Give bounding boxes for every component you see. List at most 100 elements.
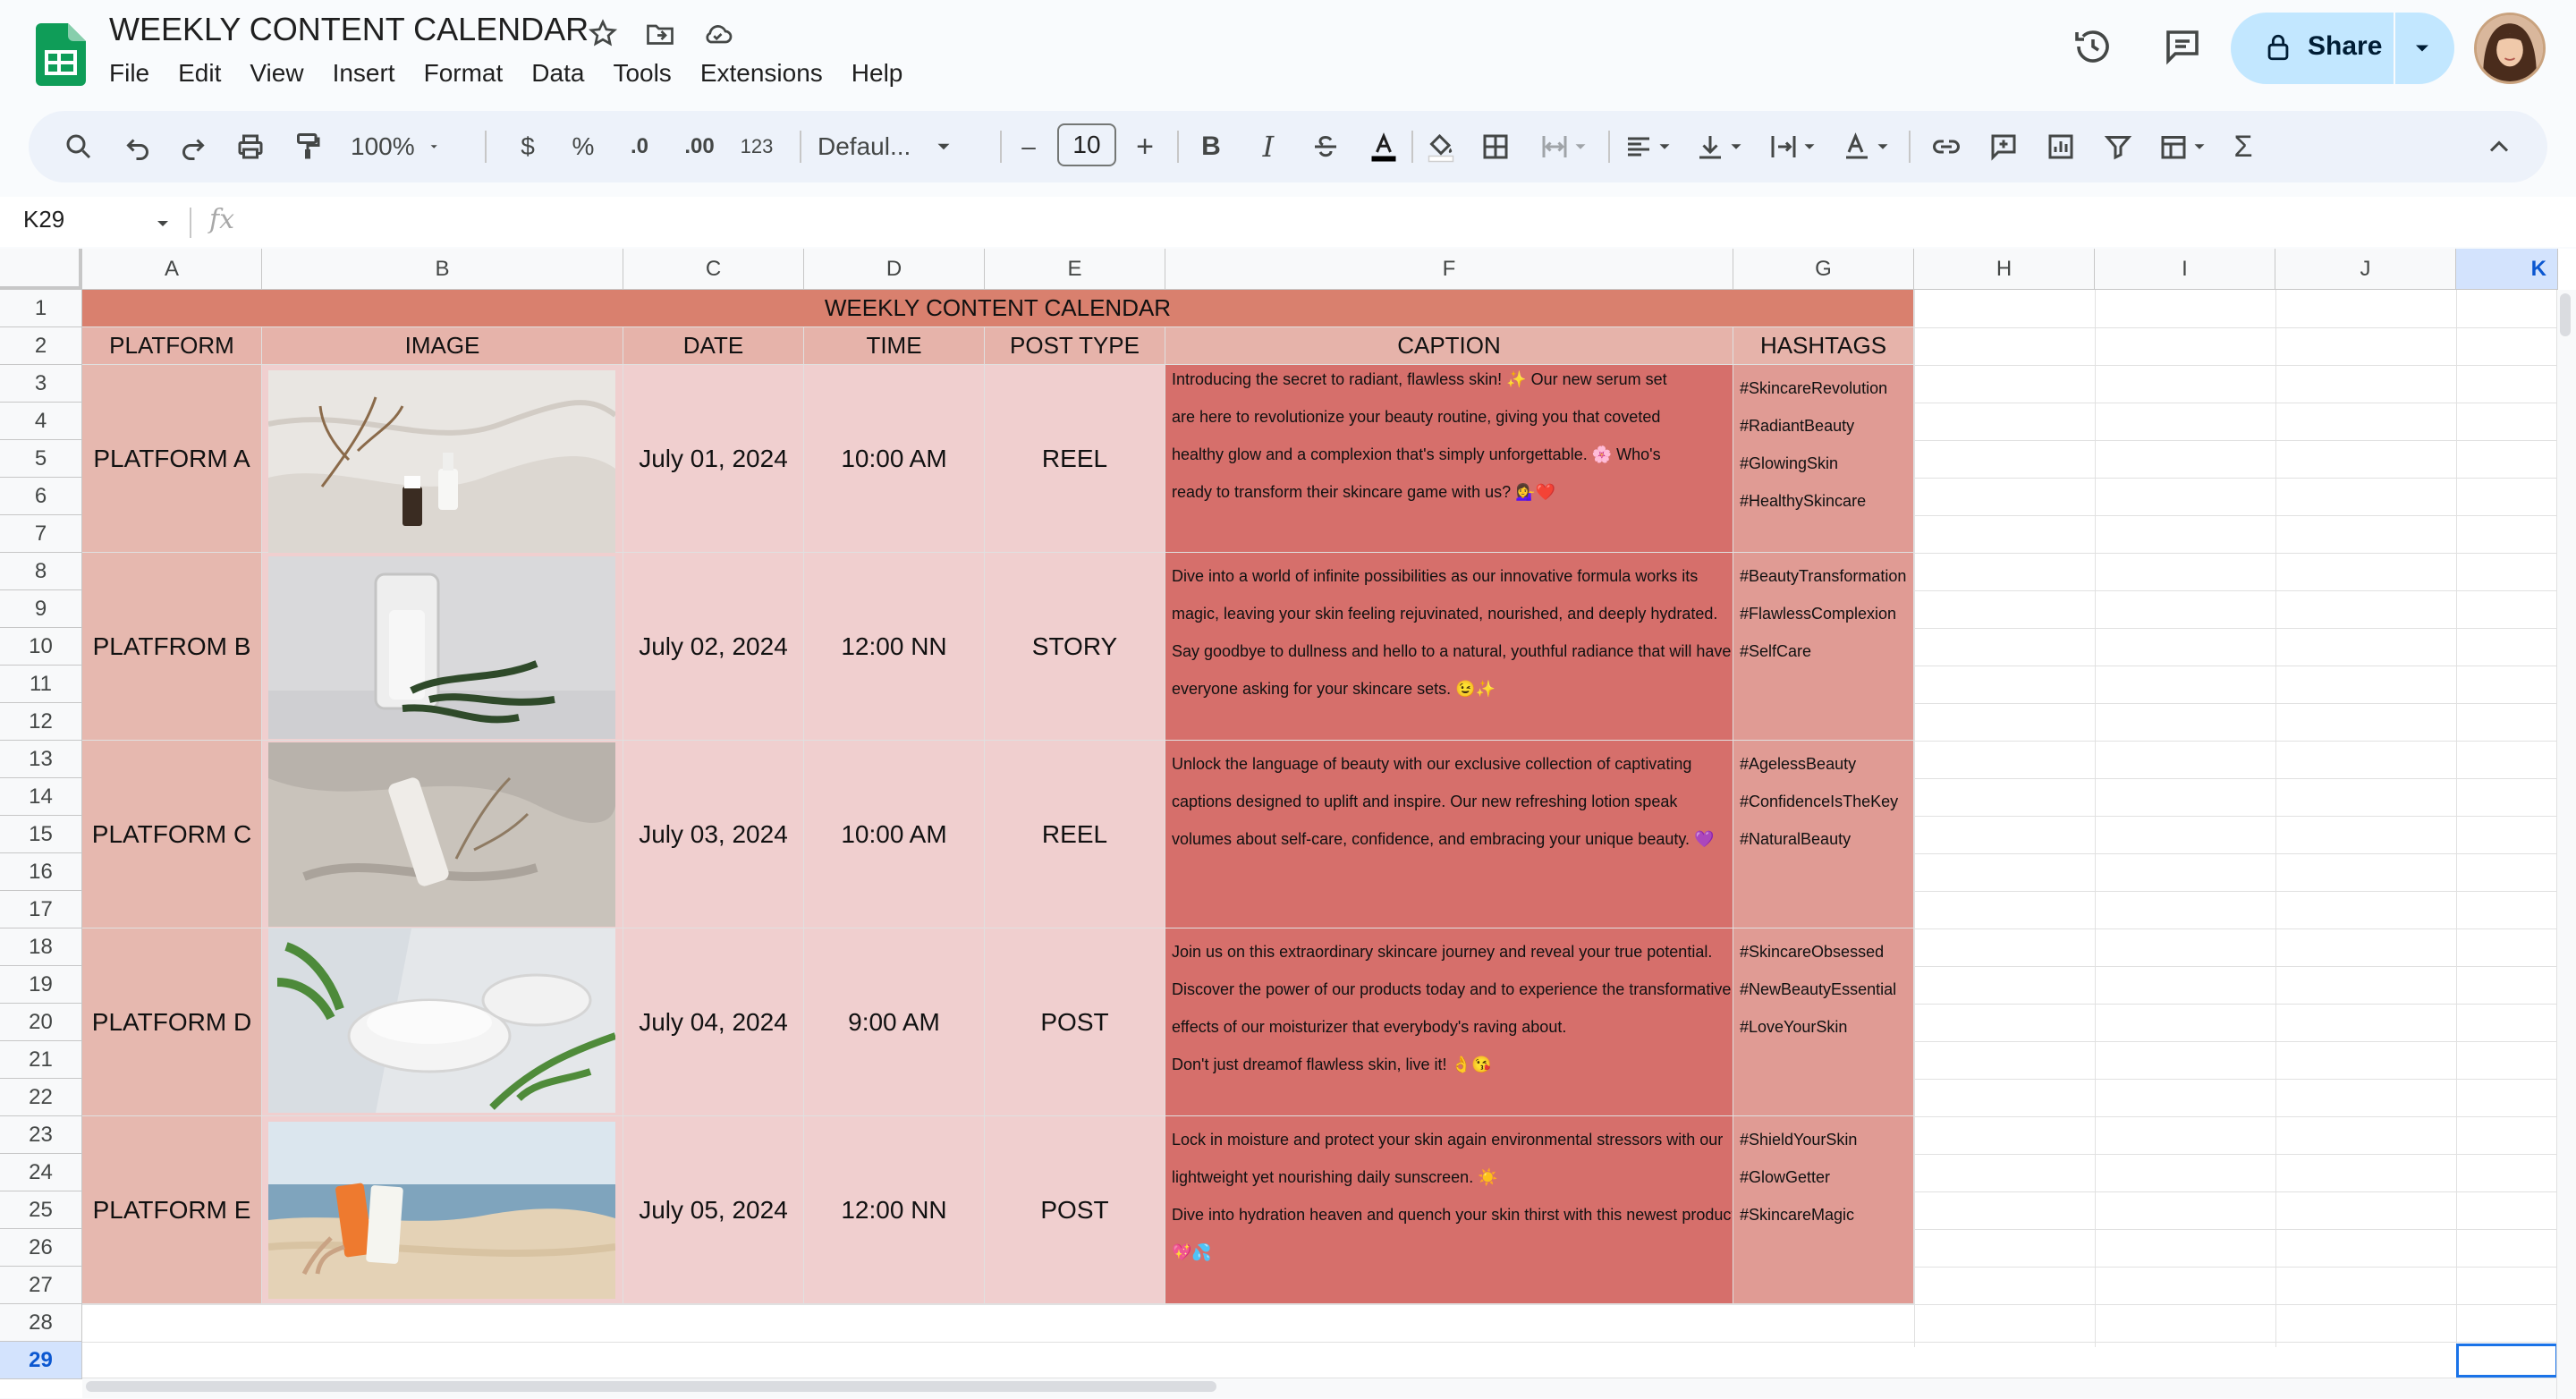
more-formats-button[interactable]: 123 — [730, 127, 784, 166]
post-type-cell[interactable]: REEL — [985, 365, 1165, 553]
column-header-h[interactable]: H — [1914, 249, 2095, 290]
sheet-title-cell[interactable]: WEEKLY CONTENT CALENDAR — [82, 290, 1914, 327]
row-header[interactable]: 17 — [0, 891, 82, 928]
row-header[interactable]: 26 — [0, 1229, 82, 1267]
platform-cell[interactable]: PLATFORM C — [82, 741, 262, 928]
column-header-a[interactable]: A — [82, 249, 262, 290]
font-family-select[interactable]: Defaul... — [809, 127, 996, 166]
date-cell[interactable]: July 01, 2024 — [623, 365, 804, 553]
formula-input[interactable] — [250, 202, 2540, 242]
column-header-e[interactable]: E — [985, 249, 1165, 290]
post-type-cell[interactable]: POST — [985, 928, 1165, 1116]
percent-format-button[interactable]: % — [564, 127, 603, 166]
functions-button[interactable]: Σ — [2224, 127, 2263, 166]
post-type-cell[interactable]: POST — [985, 1116, 1165, 1304]
column-header-d[interactable]: D — [804, 249, 985, 290]
row-header[interactable]: 7 — [0, 515, 82, 553]
column-header-c[interactable]: C — [623, 249, 804, 290]
font-size-input[interactable]: 10 — [1057, 123, 1116, 166]
select-all-corner[interactable] — [0, 249, 82, 290]
row-header[interactable]: 15 — [0, 816, 82, 853]
lotion-tube-photo[interactable] — [268, 742, 615, 927]
post-type-cell[interactable]: STORY — [985, 553, 1165, 741]
text-color-button[interactable] — [1361, 127, 1406, 166]
cloud-saved-icon[interactable] — [701, 18, 733, 50]
star-icon[interactable] — [587, 18, 619, 50]
version-history-icon[interactable] — [2072, 25, 2114, 68]
row-header[interactable]: 23 — [0, 1116, 82, 1154]
row-header[interactable]: 22 — [0, 1079, 82, 1116]
fill-color-button[interactable] — [1419, 127, 1463, 166]
vertical-align-button[interactable] — [1690, 127, 1750, 166]
row-header[interactable]: 20 — [0, 1004, 82, 1041]
menu-edit[interactable]: Edit — [178, 59, 221, 88]
avatar[interactable] — [2474, 13, 2546, 84]
strikethrough-button[interactable] — [1306, 127, 1345, 166]
row-header[interactable]: 1 — [0, 290, 82, 327]
vertical-scrollbar[interactable] — [2556, 290, 2576, 1399]
selected-cell[interactable] — [2456, 1344, 2558, 1378]
zoom-select[interactable]: 100% — [351, 127, 440, 166]
platform-cell[interactable]: PLATFORM E — [82, 1116, 262, 1304]
menu-help[interactable]: Help — [852, 59, 903, 88]
share-dropdown-icon[interactable] — [2410, 36, 2435, 61]
menu-format[interactable]: Format — [424, 59, 504, 88]
time-cell[interactable]: 12:00 NN — [804, 1116, 985, 1304]
row-header[interactable]: 19 — [0, 966, 82, 1004]
row-header[interactable]: 16 — [0, 853, 82, 891]
search-menus-button[interactable] — [59, 127, 98, 166]
merge-cells-button[interactable] — [1531, 127, 1597, 166]
serum-set-photo[interactable] — [268, 370, 615, 553]
redo-button[interactable] — [174, 127, 213, 166]
column-header-b[interactable]: B — [262, 249, 623, 290]
row-header[interactable]: 10 — [0, 628, 82, 666]
bold-button[interactable]: B — [1191, 127, 1231, 166]
header-time[interactable]: TIME — [804, 327, 985, 365]
row-header[interactable]: 14 — [0, 778, 82, 816]
text-wrapping-button[interactable] — [1764, 127, 1823, 166]
header-caption[interactable]: CAPTION — [1165, 327, 1733, 365]
header-date[interactable]: DATE — [623, 327, 804, 365]
share-button[interactable]: Share — [2231, 13, 2454, 84]
time-cell[interactable]: 10:00 AM — [804, 365, 985, 553]
column-header-f[interactable]: F — [1165, 249, 1733, 290]
menu-data[interactable]: Data — [531, 59, 584, 88]
header-platform[interactable]: PLATFORM — [82, 327, 262, 365]
column-header-j[interactable]: J — [2275, 249, 2456, 290]
menu-tools[interactable]: Tools — [613, 59, 671, 88]
print-button[interactable] — [231, 127, 270, 166]
row-header[interactable]: 11 — [0, 666, 82, 703]
vertical-scroll-thumb[interactable] — [2560, 293, 2571, 336]
decrease-font-size-button[interactable]: – — [1009, 127, 1048, 166]
row-header[interactable]: 28 — [0, 1304, 82, 1342]
date-cell[interactable]: July 05, 2024 — [623, 1116, 804, 1304]
document-title[interactable]: WEEKLY CONTENT CALENDAR — [109, 11, 589, 48]
horizontal-scroll-thumb[interactable] — [86, 1381, 1216, 1392]
filter-button[interactable] — [2098, 127, 2138, 166]
row-header[interactable]: 24 — [0, 1154, 82, 1191]
undo-button[interactable] — [118, 127, 157, 166]
row-header[interactable]: 8 — [0, 553, 82, 590]
decrease-decimal-button[interactable]: .0 — [617, 127, 662, 166]
header-hashtags[interactable]: HASHTAGS — [1733, 327, 1914, 365]
increase-font-size-button[interactable]: + — [1125, 127, 1165, 166]
name-box[interactable]: K29 — [23, 206, 64, 233]
menu-view[interactable]: View — [250, 59, 303, 88]
time-cell[interactable]: 10:00 AM — [804, 741, 985, 928]
horizontal-align-button[interactable] — [1619, 127, 1678, 166]
borders-button[interactable] — [1476, 127, 1515, 166]
row-header[interactable]: 21 — [0, 1041, 82, 1079]
beach-sunscreen-photo[interactable] — [268, 1122, 615, 1299]
move-folder-icon[interactable] — [644, 18, 676, 50]
row-header[interactable]: 5 — [0, 440, 82, 478]
comments-icon[interactable] — [2161, 25, 2204, 68]
sheets-logo-icon[interactable] — [36, 23, 86, 86]
row-header[interactable]: 27 — [0, 1267, 82, 1304]
row-header[interactable]: 29 — [0, 1342, 82, 1379]
column-header-k[interactable]: K — [2456, 249, 2558, 290]
pump-bottle-photo[interactable] — [268, 556, 615, 739]
paint-format-button[interactable] — [288, 127, 327, 166]
row-header[interactable]: 25 — [0, 1191, 82, 1229]
text-rotation-button[interactable] — [1837, 127, 1896, 166]
menu-insert[interactable]: Insert — [333, 59, 395, 88]
